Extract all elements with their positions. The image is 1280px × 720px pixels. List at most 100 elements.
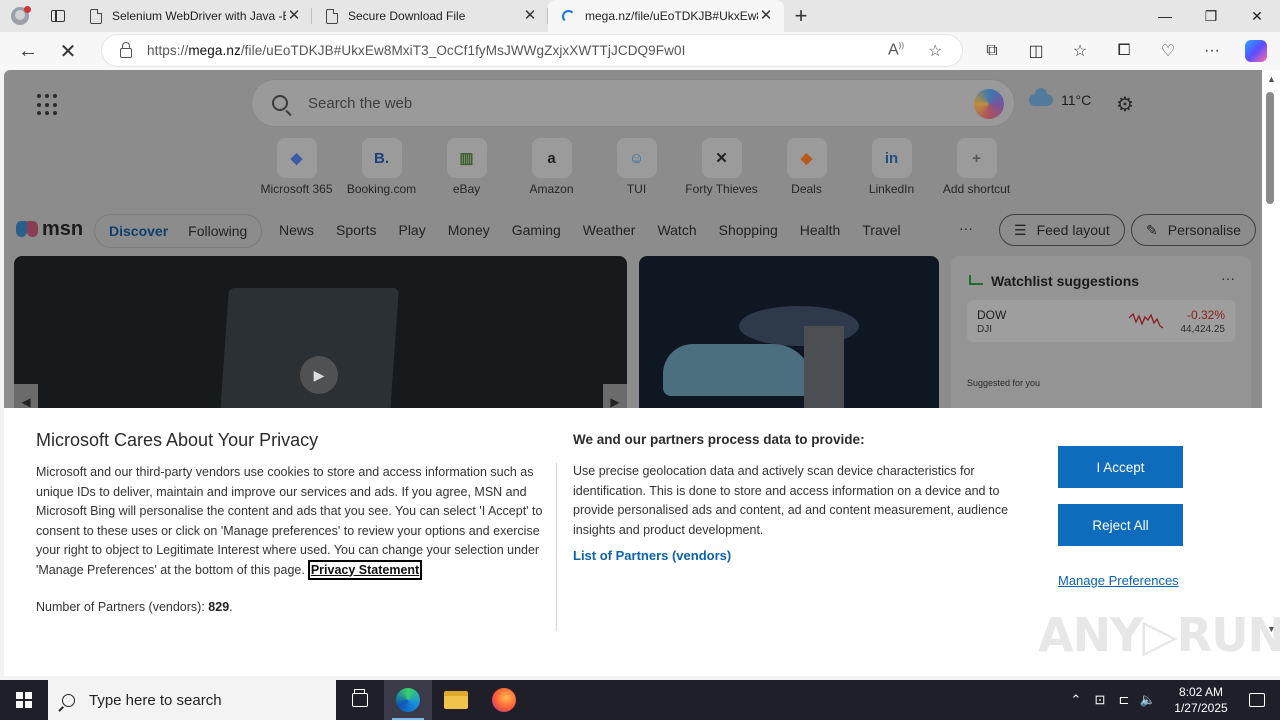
windows-logo-icon [16,692,32,708]
shortcut-linkedin[interactable]: in LinkedIn [849,138,934,196]
nav-shopping[interactable]: Shopping [719,222,778,238]
shortcut-add[interactable]: + Add shortcut [934,138,1019,196]
notification-icon [1249,693,1265,707]
web-search-box[interactable] [252,80,1014,126]
shortcut-label: Amazon [529,182,574,196]
feed-toggle: Discover Following [94,214,263,248]
shortcut-booking[interactable]: B. Booking.com [339,138,424,196]
stock-change: -0.32% [1186,308,1225,322]
taskbar-file-explorer[interactable] [432,680,480,720]
watchlist-more-button[interactable]: ··· [1221,270,1235,286]
privacy-statement-link[interactable]: Privacy Statement [307,559,423,580]
task-view-button[interactable] [336,680,384,720]
tab-selenium[interactable]: Selenium WebDriver with Java -B ✕ [76,0,312,32]
address-bar[interactable]: https://mega.nz/file/uEoTDKJB#UkxEw8MxiT… [102,35,962,66]
clock[interactable]: 8:02 AM 1/27/2025 [1168,684,1234,716]
msn-category-links: News Sports Play Money Gaming Weather Wa… [279,222,923,238]
apps-launcher-icon[interactable] [37,94,59,116]
clock-date: 1/27/2025 [1174,701,1228,715]
shortcut-microsoft-365[interactable]: ◆ Microsoft 365 [254,138,339,196]
shortcut-forty-thieves[interactable]: ✕ Forty Thieves [679,138,764,196]
partners-label: Number of Partners (vendors): [36,600,205,614]
taskbar-firefox[interactable] [480,680,528,720]
settings-more-icon[interactable]: ··· [1190,32,1234,70]
browser-essentials-icon[interactable]: ♡ [1146,32,1190,70]
favorites-icon[interactable]: ☆ [1058,32,1102,70]
read-aloud-icon[interactable]: A)) [888,41,904,59]
nav-watch[interactable]: Watch [657,222,696,238]
nav-news[interactable]: News [279,222,314,238]
profile-button[interactable] [0,0,40,32]
scroll-up-arrow-icon[interactable]: ▲ [1267,74,1276,84]
nav-gaming[interactable]: Gaming [512,222,561,238]
new-tab-button[interactable]: + [784,0,818,32]
close-window-button[interactable]: ✕ [1234,0,1280,32]
nav-weather[interactable]: Weather [583,222,636,238]
back-button[interactable]: ← [8,33,48,69]
nav-travel[interactable]: Travel [862,222,900,238]
split-screen-icon[interactable]: ◫ [1014,32,1058,70]
minimize-button[interactable]: — [1142,0,1188,32]
stop-loading-button[interactable]: ✕ [48,33,88,69]
tab-following[interactable]: Following [178,223,257,239]
shortcut-label: Forty Thieves [685,182,758,196]
page-settings-gear-icon[interactable]: ⚙ [1116,92,1134,117]
scroll-thumb[interactable] [1266,92,1274,204]
accept-button[interactable]: I Accept [1058,446,1183,488]
nav-money[interactable]: Money [448,222,490,238]
manage-preferences-link[interactable]: Manage Preferences [1058,573,1179,588]
shortcut-deals[interactable]: ◆ Deals [764,138,849,196]
lock-icon[interactable] [120,42,132,58]
restore-button[interactable]: ❐ [1188,0,1234,32]
feed-layout-button[interactable]: ☰ Feed layout [999,214,1125,246]
nav-more-button[interactable]: ··· [959,220,973,236]
tab-title: mega.nz/file/uEoTDKJB#UkxEw8 [585,9,758,23]
video-card[interactable]: ▶ ◀ ▶ [14,256,627,416]
extensions-icon[interactable]: ⧉ [970,32,1014,70]
reject-all-button[interactable]: Reject All [1058,504,1183,546]
tab-secure-download[interactable]: Secure Download File ✕ [312,0,548,32]
tab-close-button[interactable]: ✕ [286,8,302,24]
device-icon[interactable]: ⊡ [1088,692,1112,708]
msn-logo[interactable]: msn [16,218,83,241]
plus-icon: + [956,138,997,178]
taskbar-search[interactable] [48,680,336,720]
network-icon[interactable]: ⊏ [1112,692,1136,708]
start-button[interactable] [0,680,48,720]
stock-row-dow[interactable]: DOW DJI -0.32% 44,424.25 [967,300,1235,342]
volume-icon[interactable]: 🔈 [1136,692,1160,708]
bing-chat-icon[interactable] [974,89,1004,119]
nav-play[interactable]: Play [398,222,425,238]
shortcut-ebay[interactable]: ▥ eBay [424,138,509,196]
news-card-car[interactable] [639,256,939,416]
chevron-up-icon[interactable]: ⌃ [1064,692,1088,708]
collections-icon[interactable]: ⧠ [1102,32,1146,70]
tab-close-button[interactable]: ✕ [522,8,538,24]
tab-mega[interactable]: mega.nz/file/uEoTDKJB#UkxEw8 ✕ [548,0,784,32]
nav-sports[interactable]: Sports [336,222,376,238]
shortcut-label: Microsoft 365 [260,182,333,196]
forty-thieves-icon: ✕ [701,138,742,178]
tab-actions-button[interactable] [40,0,76,32]
windows-taskbar: ⌃ ⊡ ⊏ 🔈 8:02 AM 1/27/2025 [0,680,1280,720]
msn-logo-text: msn [42,218,84,240]
shortcut-tui[interactable]: ☺ TUI [594,138,679,196]
url-text[interactable]: https://mega.nz/file/uEoTDKJB#UkxEw8MxiT… [147,43,685,58]
personalise-button[interactable]: ✎ Personalise [1131,214,1256,246]
notifications-button[interactable] [1234,693,1280,707]
play-icon[interactable]: ▶ [300,356,338,394]
weather-temperature: 11°C [1061,92,1092,108]
weather-widget[interactable]: 11°C [1029,88,1092,108]
tab-discover[interactable]: Discover [99,223,178,239]
taskbar-search-input[interactable] [89,691,329,709]
privacy-body: Microsoft and our third-party vendors us… [36,463,544,580]
vendors-list-link[interactable]: List of Partners (vendors) [573,548,731,563]
shortcut-amazon[interactable]: a Amazon [509,138,594,196]
taskbar-edge[interactable] [384,680,432,720]
copilot-button[interactable] [1234,32,1278,70]
tab-close-button[interactable]: ✕ [758,8,774,24]
web-search-input[interactable] [308,94,948,112]
page-scrollbar[interactable]: ▲ ▼ [1262,70,1280,676]
favorite-star-icon[interactable]: ☆ [928,41,942,61]
nav-health[interactable]: Health [800,222,840,238]
